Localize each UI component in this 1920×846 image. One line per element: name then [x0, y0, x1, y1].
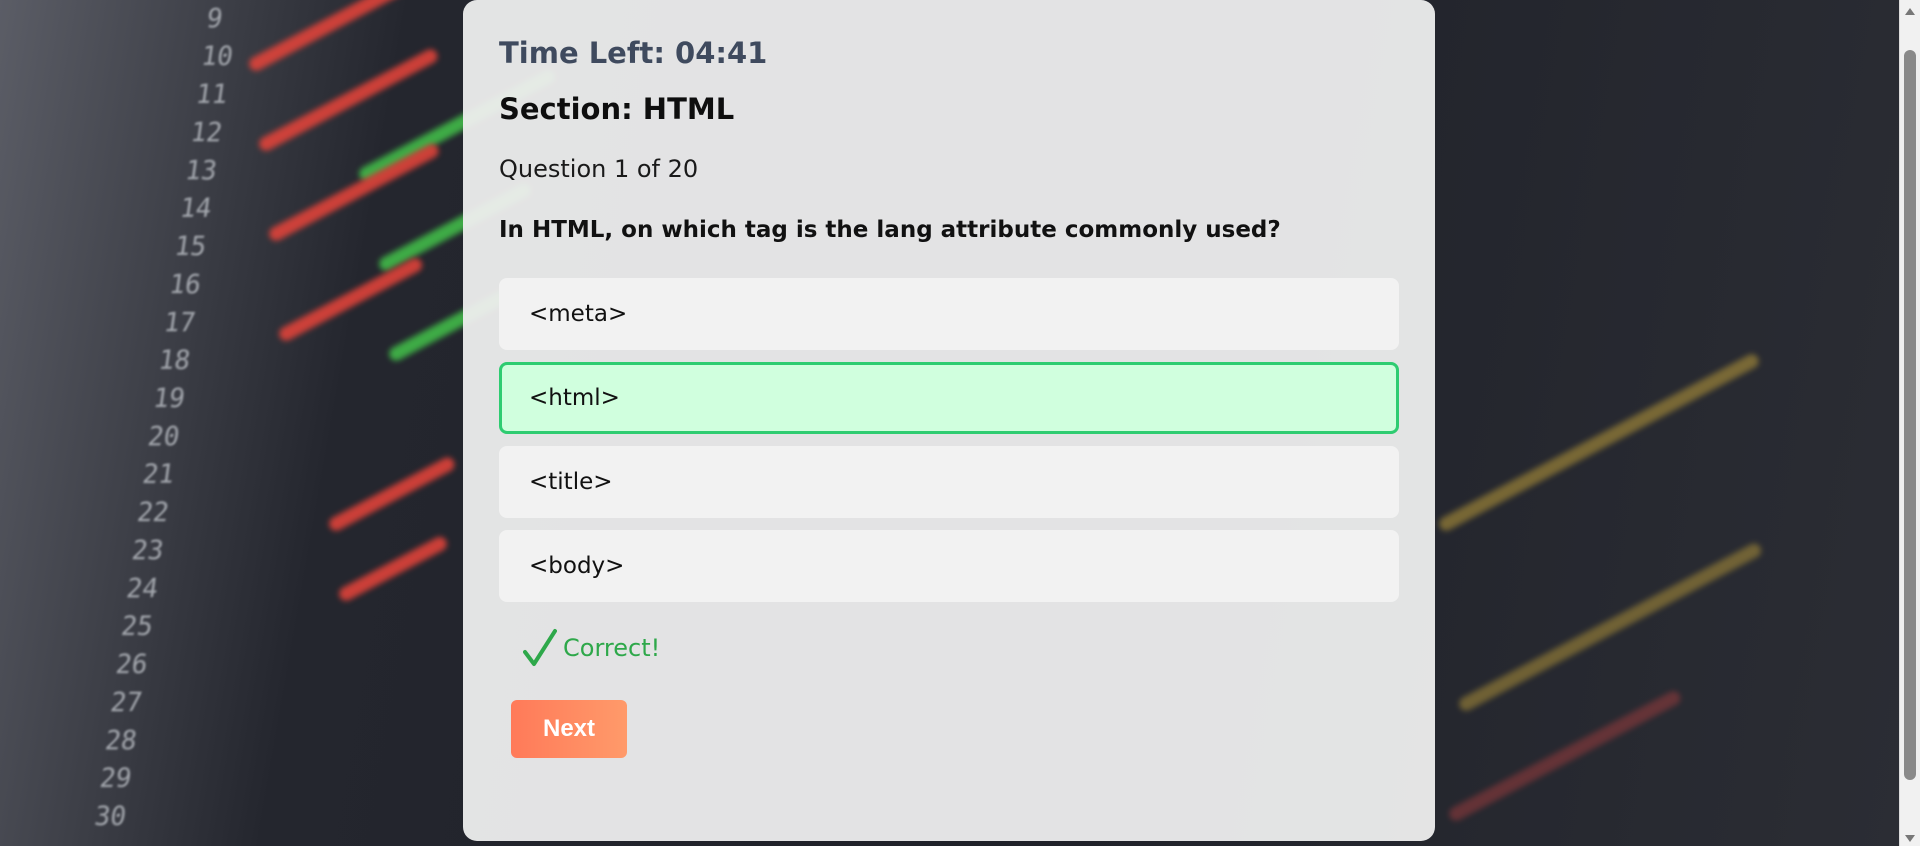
answer-option-title[interactable]: <title> [499, 446, 1399, 518]
background-code-stripe [1436, 351, 1762, 534]
background-line-number: 23 [129, 536, 166, 566]
next-button[interactable]: Next [511, 700, 627, 758]
question-progress: Question 1 of 20 [499, 155, 699, 183]
background-line-number: 28 [103, 726, 139, 756]
background-code-stripe [336, 534, 450, 604]
background-line-number: 12 [188, 118, 225, 148]
background-line-number: 18 [156, 346, 193, 376]
background-code-stripe [256, 46, 440, 154]
background-line-numbers: 9 10 11 12 13 14 15 16 17 18 19 20 21 22 23 24 25 26 27 28 2… [91, 0, 270, 846]
background-line-number: 24 [124, 574, 161, 604]
background-code-stripe [1456, 541, 1764, 714]
background-line-number: 27 [108, 688, 145, 718]
background-line-number: 19 [151, 384, 187, 414]
background-line-number: 11 [193, 80, 230, 110]
section-title: Section: HTML [499, 92, 735, 126]
question-text: In HTML, on which tag is the lang attrib… [499, 217, 1281, 243]
background-line-number: 20 [145, 422, 182, 452]
background-code-stripe [266, 141, 442, 244]
answer-option-html[interactable]: <html> [499, 362, 1399, 434]
background-code-stripe [1446, 688, 1683, 824]
background-line-number: 9 [204, 4, 225, 34]
background-line-number: 25 [119, 612, 155, 642]
background-line-number: 13 [183, 156, 219, 186]
background-code-stripe [326, 455, 457, 534]
scroll-down-arrow-icon[interactable] [1905, 835, 1915, 842]
background-line-number: 17 [161, 308, 198, 338]
scroll-up-arrow-icon[interactable] [1905, 8, 1915, 15]
background-line-number: 26 [113, 650, 150, 680]
background-line-number: 29 [97, 764, 134, 794]
background-line-number: 14 [177, 194, 214, 224]
feedback-text: Correct! [563, 634, 661, 662]
answer-option-body[interactable]: <body> [499, 530, 1399, 602]
feedback-message: Correct! [523, 628, 660, 668]
background-line-number: 15 [172, 232, 209, 262]
time-left: Time Left: 04:41 [499, 36, 768, 70]
background-line-number: 22 [135, 498, 171, 528]
scrollbar-thumb[interactable] [1904, 50, 1916, 780]
background-line-number: 16 [167, 270, 203, 300]
background-code-stripe [276, 255, 425, 344]
background-line-number: 21 [140, 460, 177, 490]
checkmark-icon [523, 629, 557, 666]
page-scrollbar[interactable] [1899, 0, 1920, 846]
quiz-card: Time Left: 04:41 Section: HTML Question … [463, 0, 1435, 841]
background-line-number: 30 [92, 802, 129, 832]
answer-option-meta[interactable]: <meta> [499, 278, 1399, 350]
